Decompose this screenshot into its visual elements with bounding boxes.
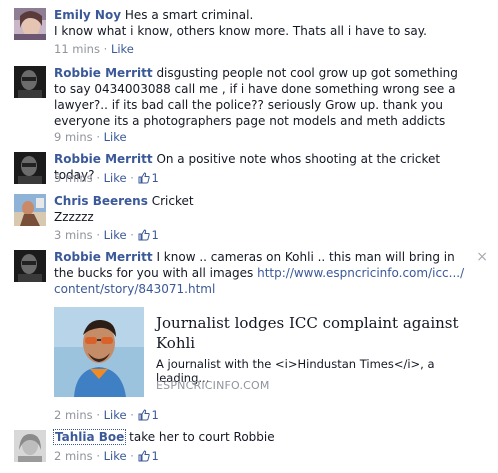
like-count[interactable]: 1 [138, 228, 159, 242]
separator: · [96, 408, 100, 422]
comment-author[interactable]: Robbie Merritt [54, 250, 153, 264]
separator: · [96, 130, 100, 144]
thumbs-up-icon [138, 229, 150, 241]
separator: · [96, 228, 100, 242]
comment-meta: 3 mins · Like · 1 [54, 228, 159, 242]
like-button[interactable]: Like [104, 408, 127, 422]
comment-author[interactable]: Tahlia Boe [52, 429, 127, 445]
thumbs-up-icon [138, 409, 150, 421]
like-count-value: 1 [151, 228, 159, 242]
timestamp[interactable]: 2 mins [54, 449, 93, 463]
avatar[interactable] [14, 250, 46, 282]
avatar[interactable] [14, 430, 46, 462]
comment-text: take her to court Robbie [129, 430, 275, 444]
preview-title[interactable]: Journalist lodges ICC complaint against … [156, 313, 474, 353]
thumbs-up-icon [138, 172, 150, 184]
separator: · [130, 228, 134, 242]
comment-body: Emily Noy Hes a smart criminal. I know w… [54, 7, 470, 39]
like-count-value: 1 [151, 408, 159, 422]
separator: · [130, 171, 134, 185]
separator: · [130, 408, 134, 422]
like-count-value: 1 [151, 449, 159, 463]
comment-body: Robbie Merritt I know .. cameras on Kohl… [54, 249, 470, 297]
separator: · [130, 449, 134, 463]
timestamp[interactable]: 9 mins [54, 130, 93, 144]
timestamp[interactable]: 5 mins [54, 171, 93, 185]
comment-author[interactable]: Emily Noy [54, 8, 121, 22]
comment-meta: 11 mins · Like [54, 42, 134, 56]
comment-author[interactable]: Robbie Merritt [54, 66, 153, 80]
avatar[interactable] [14, 194, 46, 226]
like-count[interactable]: 1 [138, 449, 159, 463]
comment-author[interactable]: Chris Beerens [54, 194, 148, 208]
comment-body: Robbie Merritt disgusting people not coo… [54, 65, 470, 129]
comment-text-line2: I know what i know, others know more. Th… [54, 24, 427, 38]
timestamp[interactable]: 2 mins [54, 408, 93, 422]
like-button[interactable]: Like [104, 228, 127, 242]
like-button[interactable]: Like [104, 449, 127, 463]
avatar[interactable] [14, 152, 46, 184]
like-button[interactable]: Like [104, 171, 127, 185]
comment-body: Tahlia Boe take her to court Robbie [52, 429, 470, 445]
comment-meta: 9 mins · Like [54, 130, 127, 144]
like-count-value: 1 [151, 171, 159, 185]
separator: · [96, 171, 100, 185]
link-preview[interactable]: Journalist lodges ICC complaint against … [54, 307, 474, 399]
avatar[interactable] [14, 8, 46, 40]
like-count[interactable]: 1 [138, 171, 159, 185]
separator: · [103, 42, 108, 56]
separator: · [96, 449, 100, 463]
preview-source: ESPNCRICINFO.COM [156, 379, 270, 392]
thumbs-up-icon [138, 450, 150, 462]
timestamp[interactable]: 11 mins [54, 42, 100, 56]
like-button[interactable]: Like [111, 42, 134, 56]
comment-body: Chris Beerens Cricket Zzzzzz [54, 193, 470, 225]
comment-meta: 2 mins · Like · 1 [54, 449, 159, 463]
comment-text: Hes a smart criminal. [124, 8, 254, 22]
close-icon[interactable]: × [476, 250, 488, 264]
like-button[interactable]: Like [104, 130, 127, 144]
comment-meta: 5 mins · Like · 1 [54, 171, 159, 185]
preview-image[interactable] [54, 307, 144, 397]
comment-text-line2: Zzzzzz [54, 210, 94, 224]
timestamp[interactable]: 3 mins [54, 228, 93, 242]
comment-author[interactable]: Robbie Merritt [54, 152, 153, 166]
avatar[interactable] [14, 66, 46, 98]
comment-meta: 2 mins · Like · 1 [54, 408, 159, 422]
like-count[interactable]: 1 [138, 408, 159, 422]
comment-text: Cricket [151, 194, 194, 208]
